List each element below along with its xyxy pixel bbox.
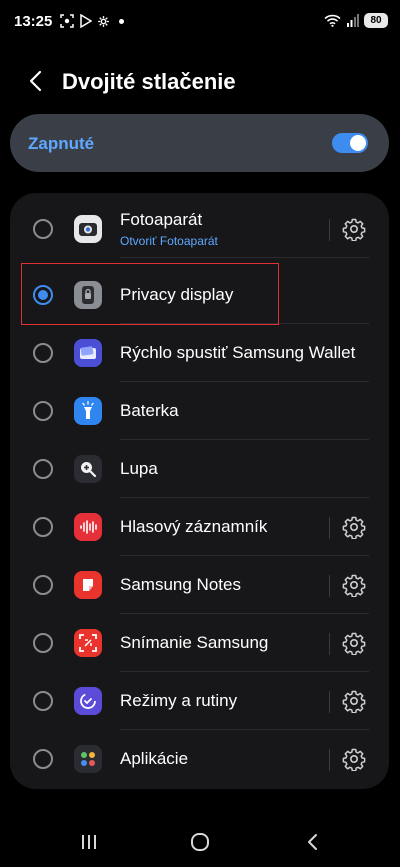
option-row-magnifier[interactable]: Lupa (10, 440, 389, 498)
option-label: Baterka (120, 401, 179, 420)
play-store-icon (80, 14, 92, 28)
option-row-modes-routines[interactable]: Režimy a rutiny (10, 672, 389, 730)
samsung-notes-settings-button[interactable] (342, 573, 366, 598)
row-divider (120, 257, 369, 258)
settings-divider (329, 691, 330, 713)
page-title: Dvojité stlačenie (62, 69, 236, 94)
settings-divider (329, 575, 330, 597)
option-label: Samsung Notes (120, 575, 241, 594)
modes-routines-icon (74, 687, 102, 715)
notes-icon (74, 571, 102, 599)
master-switch[interactable] (332, 133, 368, 153)
option-radio[interactable] (33, 633, 53, 653)
back-arrow-icon (29, 70, 42, 92)
gear-icon (342, 632, 366, 656)
notification-icons (60, 14, 124, 28)
gear-icon (342, 690, 366, 714)
apps-settings-button[interactable] (342, 747, 366, 772)
option-row-screen-capture[interactable]: Snímanie Samsung (10, 614, 389, 672)
option-sublabel: Otvoriť Fotoaparát (120, 234, 218, 248)
option-label: Snímanie Samsung (120, 633, 269, 652)
option-label: Fotoaparát (120, 210, 203, 229)
option-radio[interactable] (33, 219, 53, 239)
camera-settings-button[interactable] (342, 217, 366, 242)
home-button[interactable] (187, 829, 213, 855)
recent-apps-button[interactable] (76, 829, 102, 855)
option-radio[interactable] (33, 691, 53, 711)
status-time: 13:25 (14, 13, 53, 30)
camera-icon (74, 215, 102, 243)
gear-icon (342, 574, 366, 598)
switch-knob (350, 135, 366, 151)
option-label: Lupa (120, 459, 158, 478)
screenshot-icon (60, 14, 74, 28)
apps-icon (74, 745, 102, 773)
recent-apps-icon (82, 835, 96, 849)
magnifier-icon (74, 455, 102, 483)
status-right: 80 (324, 13, 388, 28)
option-row-apps[interactable]: Aplikácie (10, 730, 389, 788)
gear-icon (342, 516, 366, 540)
option-row-samsung-notes[interactable]: Samsung Notes (10, 556, 389, 614)
settings-divider (329, 517, 330, 539)
nav-back-icon (308, 834, 317, 850)
master-toggle-row[interactable]: Zapnuté (10, 114, 389, 172)
option-label: Rýchlo spustiť Samsung Wallet (120, 343, 356, 362)
nav-back-button[interactable] (300, 829, 326, 855)
option-radio[interactable] (33, 459, 53, 479)
wallet-icon (74, 339, 102, 367)
voice-recorder-settings-button[interactable] (342, 515, 366, 540)
signal-icon (347, 14, 359, 27)
flashlight-icon (74, 397, 102, 425)
option-label: Hlasový záznamník (120, 517, 268, 536)
master-toggle-label: Zapnuté (28, 134, 95, 153)
gear-icon (342, 218, 366, 242)
app-header: Dvojité stlačenie (0, 58, 400, 104)
option-row-camera[interactable]: Fotoaparát Otvoriť Fotoaparát (10, 200, 389, 258)
screen-capture-icon (74, 629, 102, 657)
settings-notification-icon (98, 15, 109, 27)
wifi-icon (324, 14, 341, 27)
option-row-voice-recorder[interactable]: Hlasový záznamník (10, 498, 389, 556)
battery-level: 80 (370, 15, 382, 26)
home-icon (191, 833, 209, 851)
selection-highlight-box (21, 263, 279, 325)
option-radio[interactable] (33, 343, 53, 363)
option-row-samsung-wallet[interactable]: Rýchlo spustiť Samsung Wallet (10, 324, 389, 382)
option-radio[interactable] (33, 517, 53, 537)
back-button[interactable] (22, 66, 50, 96)
more-notifications-dot (119, 18, 124, 24)
battery-icon: 80 (364, 13, 388, 28)
settings-divider (329, 219, 330, 241)
settings-divider (329, 749, 330, 771)
navigation-bar (0, 815, 400, 867)
option-radio[interactable] (33, 749, 53, 769)
settings-divider (329, 633, 330, 655)
option-radio[interactable] (33, 401, 53, 421)
option-radio[interactable] (33, 575, 53, 595)
modes-routines-settings-button[interactable] (342, 689, 366, 714)
status-bar: 13:25 80 (0, 0, 400, 44)
gear-icon (342, 748, 366, 772)
screen-capture-settings-button[interactable] (342, 631, 366, 656)
voice-recorder-icon (74, 513, 102, 541)
option-label: Aplikácie (120, 749, 189, 768)
option-label: Režimy a rutiny (120, 691, 238, 710)
option-row-flashlight[interactable]: Baterka (10, 382, 389, 440)
